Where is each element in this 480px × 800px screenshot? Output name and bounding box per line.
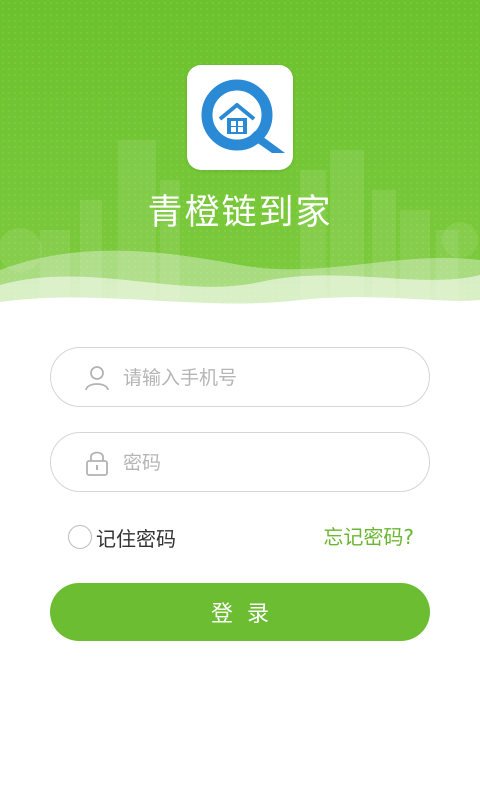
- app-logo: [187, 65, 293, 170]
- header-wave-decoration: [0, 250, 480, 320]
- remember-password-option[interactable]: 记住密码: [68, 523, 176, 551]
- login-button[interactable]: 登录: [50, 583, 430, 641]
- password-input[interactable]: [123, 441, 413, 485]
- phone-field[interactable]: [50, 347, 430, 407]
- phone-input[interactable]: [123, 356, 413, 400]
- forgot-password-link[interactable]: 忘记密码?: [323, 523, 414, 551]
- header-banner: 青橙链到家: [0, 0, 480, 320]
- remember-password-label: 记住密码: [96, 526, 176, 551]
- remember-password-checkbox[interactable]: [68, 525, 92, 549]
- password-field[interactable]: [50, 432, 430, 492]
- user-icon: [85, 366, 109, 391]
- login-screen: 青橙链到家 记住密码 忘记密码? 登录: [0, 0, 480, 800]
- lock-icon: [86, 451, 108, 476]
- q-house-logo-icon: [201, 79, 285, 153]
- app-title: 青橙链到家: [147, 193, 333, 233]
